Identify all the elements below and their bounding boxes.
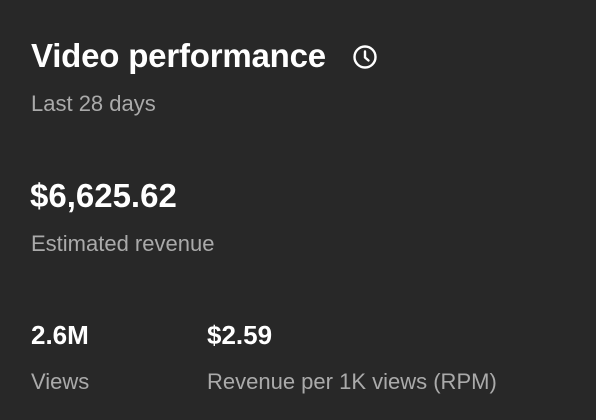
video-performance-card: Video performance Last 28 days $6,625.62… [0,0,596,420]
estimated-revenue-value: $6,625.62 [30,177,177,214]
card-title: Video performance [31,37,326,74]
period-label: Last 28 days [31,91,156,116]
rpm-metric: $2.59 Revenue per 1K views (RPM) [207,318,497,396]
views-metric: 2.6M Views [31,318,89,396]
rpm-value: $2.59 [207,320,273,350]
clock-icon[interactable] [352,44,378,70]
rpm-label: Revenue per 1K views (RPM) [207,369,497,394]
views-label: Views [31,369,90,394]
title-row: Video performance [31,34,378,78]
estimated-revenue-label: Estimated revenue [31,231,215,256]
views-value: 2.6M [31,320,89,350]
